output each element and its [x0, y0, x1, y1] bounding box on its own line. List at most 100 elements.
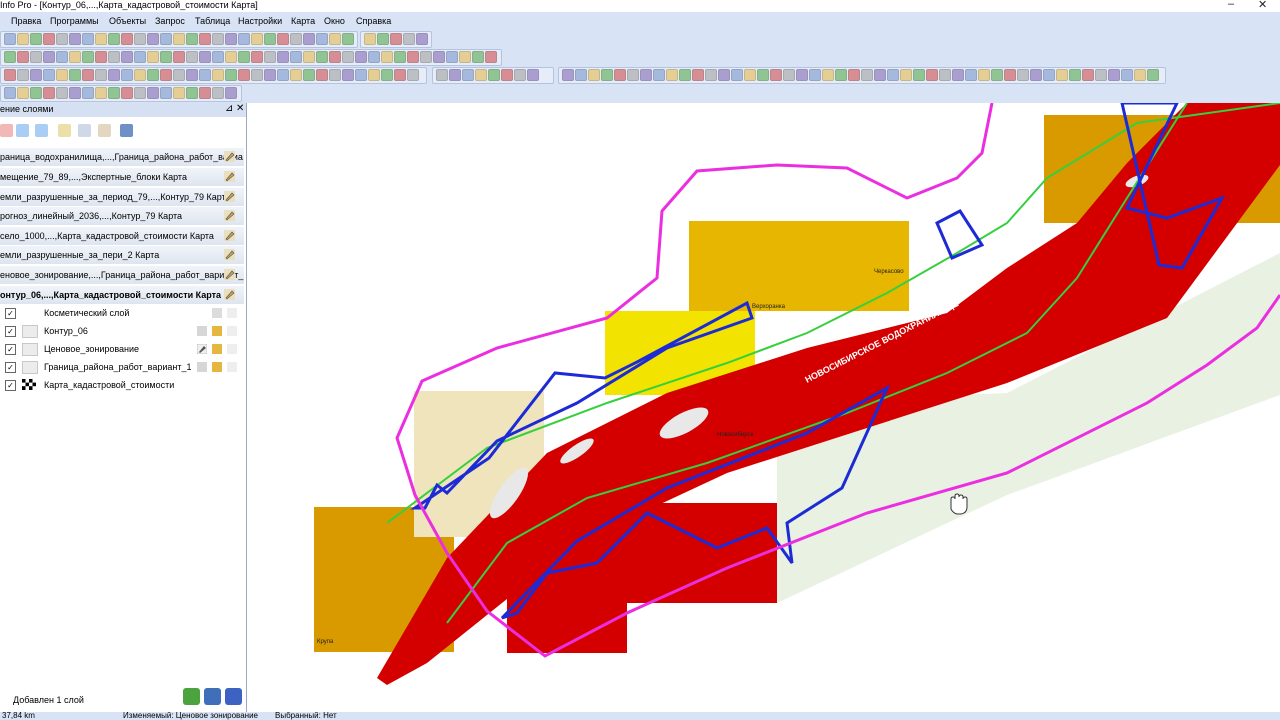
- toolbar-button-icon[interactable]: [394, 69, 406, 81]
- toolbar-button-icon[interactable]: [264, 51, 276, 63]
- layer-row[interactable]: ✓ Граница_района_работ_вариант_1: [0, 359, 244, 376]
- menu-programs[interactable]: Программы: [50, 15, 99, 27]
- toolbar-button-icon[interactable]: [212, 87, 224, 99]
- labels-icon[interactable]: [227, 326, 237, 336]
- toolbar-button-icon[interactable]: [186, 87, 198, 99]
- toolbar-button-icon[interactable]: [462, 69, 474, 81]
- toolbar-button-icon[interactable]: [1082, 69, 1094, 81]
- toolbar-button-icon[interactable]: [1004, 69, 1016, 81]
- toolbar-button-icon[interactable]: [95, 69, 107, 81]
- toolbar-button-icon[interactable]: [601, 69, 613, 81]
- edit-pencil-icon[interactable]: [224, 210, 235, 221]
- toolbar-button-icon[interactable]: [134, 33, 146, 45]
- toolbar-button-icon[interactable]: [160, 33, 172, 45]
- toolbar-button-icon[interactable]: [614, 69, 626, 81]
- toolbar-button-icon[interactable]: [514, 69, 526, 81]
- toolbar-button-icon[interactable]: [407, 51, 419, 63]
- toolbar-button-icon[interactable]: [238, 51, 250, 63]
- toolbar-button-icon[interactable]: [316, 69, 328, 81]
- toolbar-button-icon[interactable]: [770, 69, 782, 81]
- toolbar-button-icon[interactable]: [17, 87, 29, 99]
- toolbar-button-icon[interactable]: [744, 69, 756, 81]
- toolbar-button-icon[interactable]: [459, 51, 471, 63]
- toolbar-button-icon[interactable]: [368, 51, 380, 63]
- toolbar-button-icon[interactable]: [303, 33, 315, 45]
- edit-pencil-icon[interactable]: [224, 289, 235, 300]
- toolbar-button-icon[interactable]: [225, 51, 237, 63]
- toolbar-button-icon[interactable]: [277, 51, 289, 63]
- toolbar-button-icon[interactable]: [679, 69, 691, 81]
- toolbar-button-icon[interactable]: [264, 33, 276, 45]
- toolbar-button-icon[interactable]: [718, 69, 730, 81]
- pin-icon[interactable]: ⊿: [225, 103, 233, 114]
- toolbar-button-icon[interactable]: [69, 51, 81, 63]
- toolbar-button-icon[interactable]: [264, 69, 276, 81]
- toolbar-button-icon[interactable]: [861, 69, 873, 81]
- toolbar-button-icon[interactable]: [433, 51, 445, 63]
- toolbar-button-icon[interactable]: [390, 33, 402, 45]
- toolbar-button-icon[interactable]: [225, 87, 237, 99]
- toolbar-button-icon[interactable]: [134, 87, 146, 99]
- layer-visibility-checkbox[interactable]: ✓: [5, 362, 16, 373]
- toolbar-button-icon[interactable]: [108, 69, 120, 81]
- toolbar-button-icon[interactable]: [472, 51, 484, 63]
- toolbar-button-icon[interactable]: [1147, 69, 1159, 81]
- toolbar-button-icon[interactable]: [913, 69, 925, 81]
- toolbar-button-icon[interactable]: [199, 51, 211, 63]
- layer-visibility-checkbox[interactable]: ✓: [5, 380, 16, 391]
- toolbar-button-icon[interactable]: [809, 69, 821, 81]
- toolbar-button-icon[interactable]: [251, 69, 263, 81]
- toolbar-button-icon[interactable]: [17, 33, 29, 45]
- toolbar-button-icon[interactable]: [342, 51, 354, 63]
- toolbar-button-icon[interactable]: [82, 51, 94, 63]
- toolbar-button-icon[interactable]: [1017, 69, 1029, 81]
- toolbar-button-icon[interactable]: [588, 69, 600, 81]
- toolbar-button-icon[interactable]: [4, 51, 16, 63]
- toolbar-button-icon[interactable]: [82, 69, 94, 81]
- toolbar-button-icon[interactable]: [43, 51, 55, 63]
- menu-settings[interactable]: Настройки: [238, 15, 282, 27]
- toolbar-button-icon[interactable]: [952, 69, 964, 81]
- panel-close-icon[interactable]: ✕: [236, 103, 244, 114]
- toolbar-button-icon[interactable]: [303, 51, 315, 63]
- toolbar-button-icon[interactable]: [575, 69, 587, 81]
- toolbar-button-icon[interactable]: [355, 51, 367, 63]
- toolbar-button-icon[interactable]: [420, 51, 432, 63]
- toolbar-button-icon[interactable]: [134, 69, 146, 81]
- toolbar-button-icon[interactable]: [199, 33, 211, 45]
- toolbar-button-icon[interactable]: [121, 69, 133, 81]
- map-group-3[interactable]: емли_разрушенные_за_период_79,...,Контур…: [0, 188, 244, 206]
- toolbar-button-icon[interactable]: [342, 33, 354, 45]
- toolbar-button-icon[interactable]: [329, 51, 341, 63]
- selectable-icon[interactable]: [212, 326, 222, 336]
- toolbar-button-icon[interactable]: [212, 33, 224, 45]
- layer-row[interactable]: ✓ Косметический слой: [0, 305, 244, 322]
- toolbar-button-icon[interactable]: [277, 69, 289, 81]
- toolbar-button-icon[interactable]: [4, 69, 16, 81]
- toolbar-button-icon[interactable]: [1095, 69, 1107, 81]
- toolbar-button-icon[interactable]: [95, 51, 107, 63]
- toolbar-button-icon[interactable]: [488, 69, 500, 81]
- toolbar-button-icon[interactable]: [134, 51, 146, 63]
- editable-icon[interactable]: [197, 326, 207, 336]
- layer-settings-icon[interactable]: [120, 124, 133, 137]
- toolbar-button-icon[interactable]: [705, 69, 717, 81]
- toolbar-button-icon[interactable]: [238, 69, 250, 81]
- toolbar-button-icon[interactable]: [527, 69, 539, 81]
- toolbar-button-icon[interactable]: [368, 69, 380, 81]
- toolbar-button-icon[interactable]: [160, 51, 172, 63]
- toolbar-button-icon[interactable]: [95, 87, 107, 99]
- menu-window[interactable]: Окно: [324, 15, 345, 27]
- toolbar-button-icon[interactable]: [108, 33, 120, 45]
- edit-pencil-icon[interactable]: [224, 269, 235, 280]
- toolbar-button-icon[interactable]: [147, 51, 159, 63]
- toolbar-button-icon[interactable]: [212, 69, 224, 81]
- toolbar-button-icon[interactable]: [4, 87, 16, 99]
- edit-pencil-icon[interactable]: [224, 191, 235, 202]
- toolbar-button-icon[interactable]: [1030, 69, 1042, 81]
- toolbar-button-icon[interactable]: [290, 69, 302, 81]
- edit-pencil-icon[interactable]: [224, 230, 235, 241]
- toolbar-button-icon[interactable]: [30, 87, 42, 99]
- toolbar-button-icon[interactable]: [30, 69, 42, 81]
- toolbar-button-icon[interactable]: [121, 33, 133, 45]
